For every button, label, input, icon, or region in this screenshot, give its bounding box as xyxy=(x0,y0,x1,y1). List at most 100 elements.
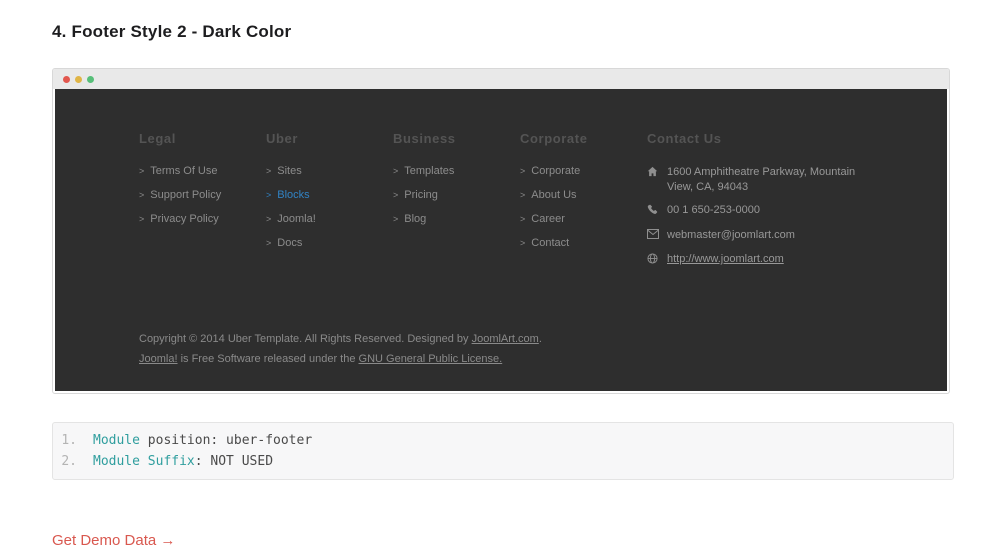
footer-link-item: > Blog xyxy=(393,213,520,226)
footer-link-list: > Sites > Blocks > Joomla! > Docs xyxy=(266,165,393,250)
contact-item-text: webmaster@joomlart.com xyxy=(667,229,795,241)
footer-column-title: Legal xyxy=(139,131,176,146)
footer-column-title: Contact Us xyxy=(647,131,722,146)
window-titlebar xyxy=(53,69,949,89)
home-icon xyxy=(647,165,659,182)
contact-item: http://www.joomlart.com xyxy=(647,252,879,269)
footer-link-list: > Corporate > About Us > Career > Contact xyxy=(520,165,647,250)
chevron-right-icon: > xyxy=(520,190,526,200)
code-line: 1. Module position: uber-footer xyxy=(53,430,953,451)
contact-item: 1600 Amphitheatre Parkway, Mountain View… xyxy=(647,165,879,195)
footer-link-item: > Sites xyxy=(266,165,393,178)
footer-link-item: > Pricing xyxy=(393,189,520,202)
chevron-right-icon: > xyxy=(139,190,145,200)
footer-link-label: Contact xyxy=(531,237,570,249)
chevron-right-icon: > xyxy=(266,166,272,176)
footer-link[interactable]: > Career xyxy=(520,213,565,225)
code-token-keyword: Module Suffix xyxy=(93,454,195,469)
footer-link-item: > Career xyxy=(520,213,647,226)
contact-item-text[interactable]: http://www.joomlart.com xyxy=(667,252,784,267)
chevron-right-icon: > xyxy=(139,166,145,176)
footer-link[interactable]: > Pricing xyxy=(393,189,438,201)
page: 4. Footer Style 2 - Dark Color Legal > Ter… xyxy=(0,0,1005,550)
footer-column-legal: Legal > Terms Of Use > Support Policy > Privac… xyxy=(139,131,266,277)
contact-item: webmaster@joomlart.com xyxy=(647,228,879,244)
footer-copyright: Copyright © 2014 Uber Template. All Righ… xyxy=(139,329,599,369)
footer-link-label: Terms Of Use xyxy=(150,165,218,177)
footer-link[interactable]: > About Us xyxy=(520,189,577,201)
code-line-number: 1. xyxy=(61,433,77,448)
footer-link-label: Joomla! xyxy=(277,213,316,225)
code-token-keyword: Module xyxy=(93,433,140,448)
copyright-text: . xyxy=(538,333,542,345)
footer-link-label: Career xyxy=(531,213,565,225)
page-title: 4. Footer Style 2 - Dark Color xyxy=(52,22,292,41)
close-button[interactable] xyxy=(63,75,70,83)
copyright-text: Copyright © 2014 Uber Template. All Righ… xyxy=(139,333,472,345)
code-block: 1. Module position: uber-footer 2. Module S… xyxy=(52,422,954,480)
chevron-right-icon: > xyxy=(393,190,399,200)
get-demo-data-link[interactable]: Get Demo Data → xyxy=(52,532,175,549)
footer-link[interactable]: > Blog xyxy=(393,213,426,225)
phone-icon xyxy=(647,203,659,220)
maximize-button[interactable] xyxy=(87,75,94,83)
minimize-button[interactable] xyxy=(75,75,82,83)
footer-link[interactable]: > Joomla! xyxy=(266,213,316,225)
footer-link-item: > Blocks xyxy=(266,189,393,202)
contact-item: 00 1 650-253-0000 xyxy=(647,203,879,220)
footer-link-list: > Templates > Pricing > Blog xyxy=(393,165,520,226)
footer-link-label: Blocks xyxy=(277,189,310,201)
footer-link-item: > Privacy Policy xyxy=(139,213,266,226)
footer-link[interactable]: > Sites xyxy=(266,165,302,177)
footer-link[interactable]: > Corporate xyxy=(520,165,580,177)
contact-item-text: 00 1 650-253-0000 xyxy=(667,204,760,216)
envelope-icon xyxy=(647,228,659,244)
footer-link-item: > Contact xyxy=(520,237,647,250)
code-token-plain: position: uber-footer xyxy=(139,433,313,448)
footer-link-label: Sites xyxy=(277,165,302,177)
footer-link[interactable]: > Templates xyxy=(393,165,454,177)
footer-link-label: Corporate xyxy=(531,165,581,177)
footer-link-item: > Terms Of Use xyxy=(139,165,266,178)
footer-link[interactable]: > Blocks xyxy=(266,189,310,201)
code-token-plain: : NOT USED xyxy=(194,454,274,469)
chevron-right-icon: > xyxy=(393,166,399,176)
footer-link-label: Pricing xyxy=(404,189,438,201)
footer-link-label: Support Policy xyxy=(150,189,222,201)
footer-link-label: Privacy Policy xyxy=(150,213,219,225)
footer-link-item: > Templates xyxy=(393,165,520,178)
copyright-text: is Free Software released under the xyxy=(177,353,359,365)
footer-column-business: Business > Templates > Pricing > Blog xyxy=(393,131,520,277)
chevron-right-icon: > xyxy=(139,214,145,224)
get-demo-data-label: Get Demo Data xyxy=(52,532,157,549)
footer-link[interactable]: > Privacy Policy xyxy=(139,213,219,225)
footer-link[interactable]: > Support Policy xyxy=(139,189,221,201)
footer-link[interactable]: > Contact xyxy=(520,237,569,249)
browser-window: Legal > Terms Of Use > Support Policy > Privac… xyxy=(52,68,950,394)
footer-column-uber: Uber > Sites > Blocks > Joomla! > Docs xyxy=(266,131,393,277)
chevron-right-icon: > xyxy=(266,238,272,248)
chevron-right-icon: > xyxy=(520,214,526,224)
arrow-right-icon: → xyxy=(160,532,176,549)
code-line-source: Module Suffix: NOT USED xyxy=(93,451,273,472)
footer-link-label: Templates xyxy=(404,165,455,177)
code-line-source: Module position: uber-footer xyxy=(93,430,312,451)
footer-link-list: > Terms Of Use > Support Policy > Privacy Pol… xyxy=(139,165,266,226)
footer-link-item: > Support Policy xyxy=(139,189,266,202)
chevron-right-icon: > xyxy=(266,214,272,224)
contact-item-text: 1600 Amphitheatre Parkway, Mountain View… xyxy=(667,166,856,193)
chevron-right-icon: > xyxy=(520,166,526,176)
footer-link-item: > Joomla! xyxy=(266,213,393,226)
footer-link[interactable]: > Terms Of Use xyxy=(139,165,218,177)
footer-column-contact: Contact Us 1600 Amphitheatre Parkway, Mou… xyxy=(647,131,883,277)
footer-link-label: Docs xyxy=(277,237,303,249)
copyright-link[interactable]: Joomla! xyxy=(139,353,178,365)
footer-column-title: Uber xyxy=(266,131,299,146)
footer-link-item: > Corporate xyxy=(520,165,647,178)
footer-columns: Legal > Terms Of Use > Support Policy > Privac… xyxy=(139,131,947,277)
footer-link[interactable]: > Docs xyxy=(266,237,302,249)
copyright-link[interactable]: JoomlArt.com xyxy=(472,333,539,345)
copyright-link[interactable]: GNU General Public License. xyxy=(359,353,503,365)
footer-link-item: > About Us xyxy=(520,189,647,202)
footer-preview: Legal > Terms Of Use > Support Policy > Privac… xyxy=(55,89,947,391)
